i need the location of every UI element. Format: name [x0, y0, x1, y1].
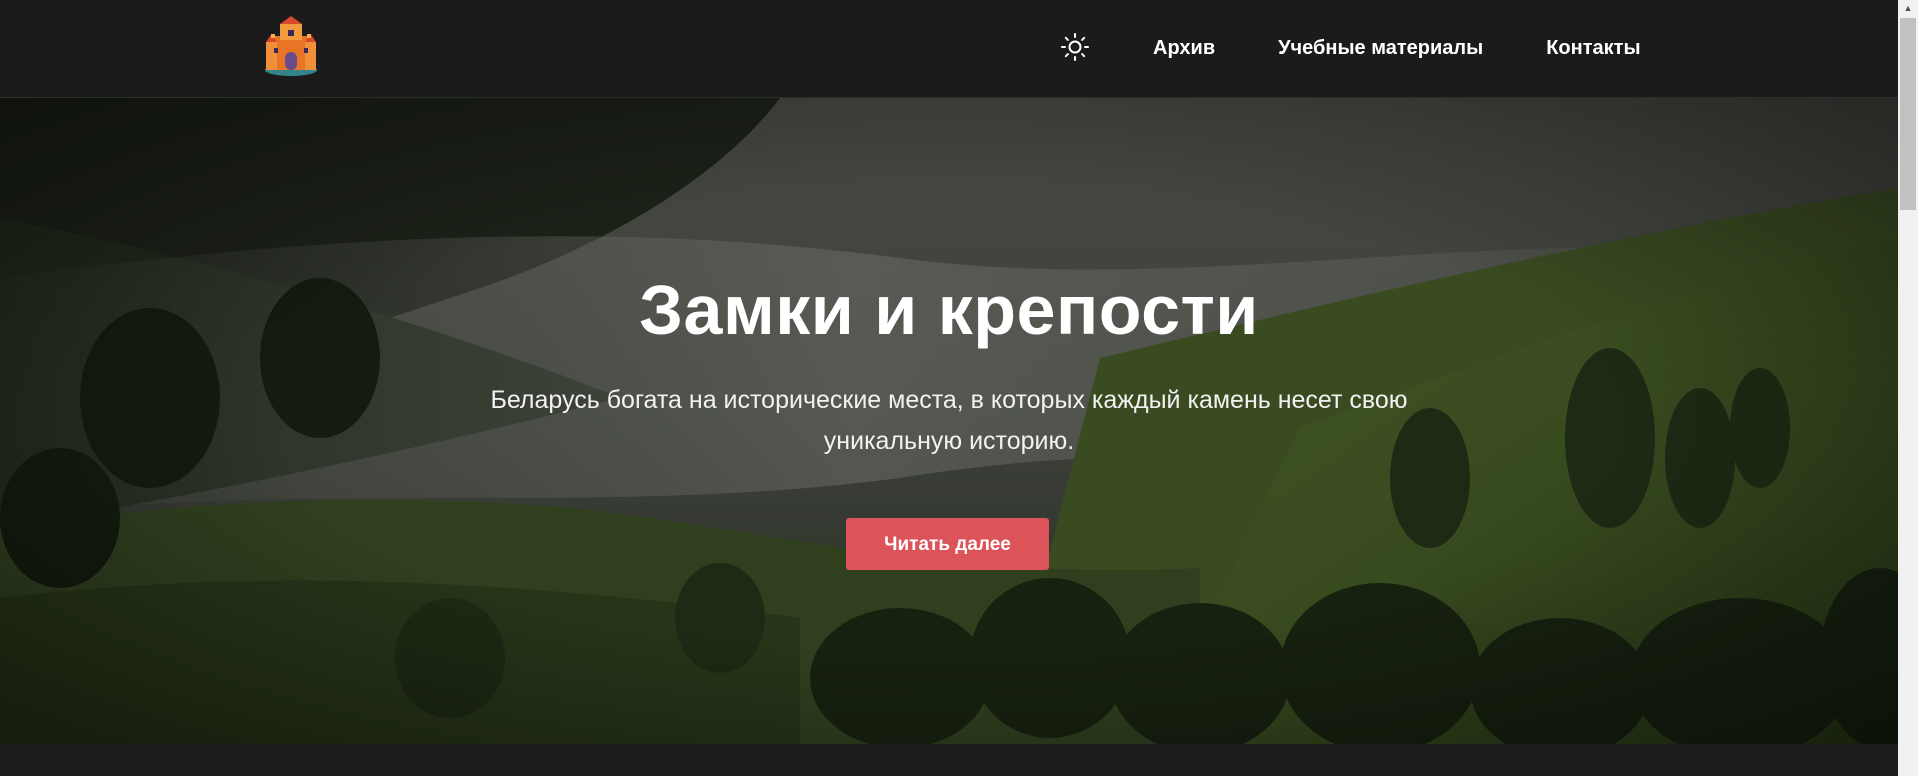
nav-archive-link[interactable]: Архив: [1153, 0, 1215, 97]
hero-subtitle: Беларусь богата на исторические места, в…: [490, 386, 1408, 455]
next-section-strip: [0, 744, 1898, 776]
nav-materials-link[interactable]: Учебные материалы: [1278, 0, 1483, 97]
site-header: Архив Учебные материалы Контакты: [0, 0, 1898, 98]
read-more-button[interactable]: Читать далее: [846, 518, 1049, 570]
castle-logo-icon[interactable]: [262, 16, 320, 78]
scroll-up-arrow-icon[interactable]: ▲: [1898, 0, 1918, 17]
scrollbar[interactable]: ▲: [1898, 0, 1918, 776]
hero-title: Замки и крепости: [639, 271, 1259, 349]
sun-icon[interactable]: [1060, 32, 1090, 62]
nav-contacts-link[interactable]: Контакты: [1546, 0, 1640, 97]
scroll-thumb[interactable]: [1900, 18, 1916, 210]
hero-section: Замки и крепости Беларусь богата на исто…: [0, 98, 1898, 744]
page: Архив Учебные материалы Контакты Замки и…: [0, 0, 1918, 776]
main-nav: Архив Учебные материалы Контакты: [1140, 0, 1641, 97]
